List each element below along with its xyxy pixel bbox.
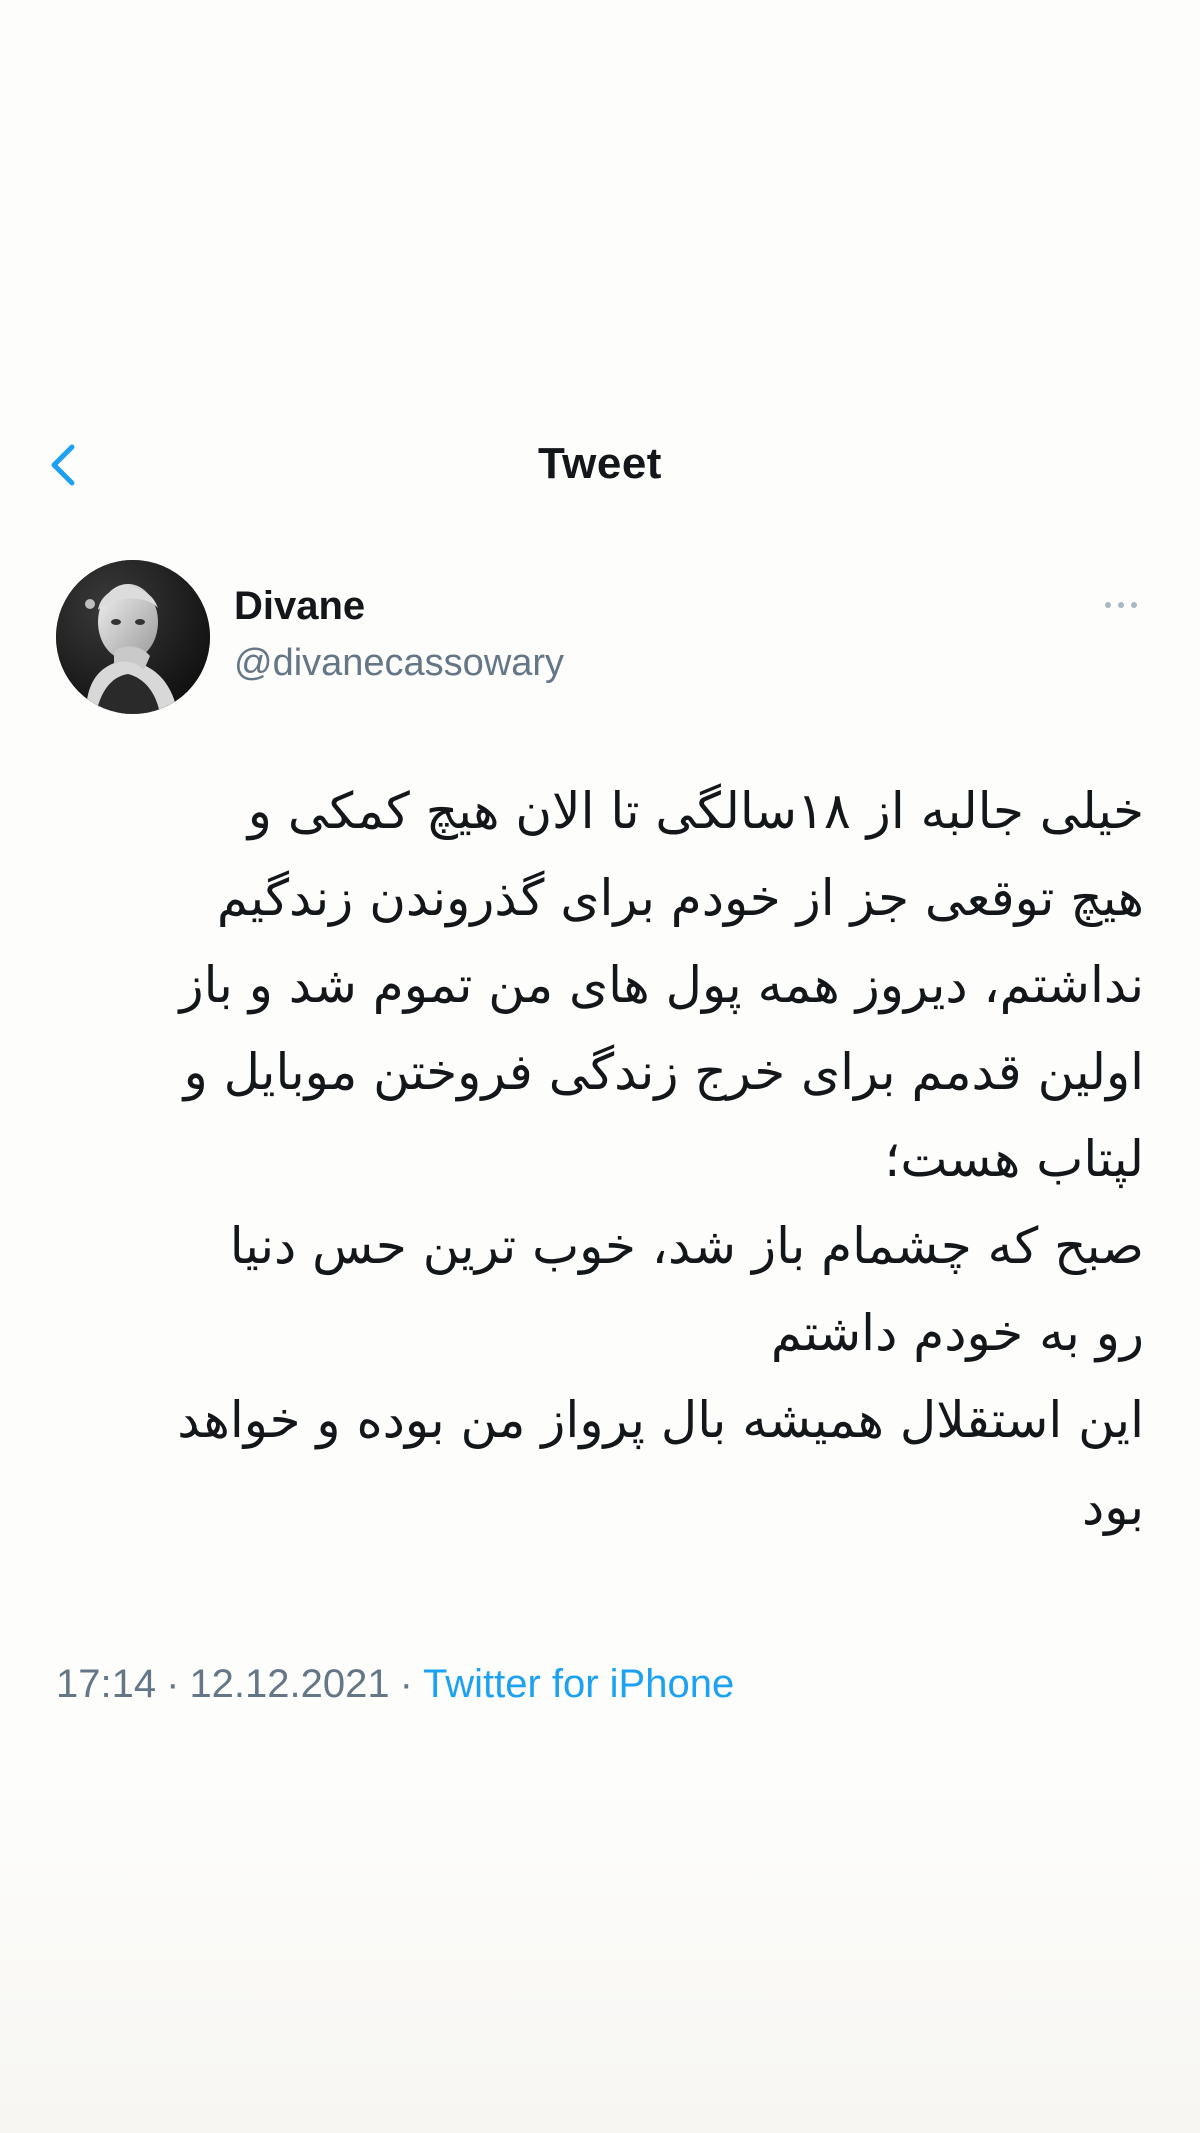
tweet-author: Divane @divanecassowary xyxy=(56,560,1156,715)
tweet-line: بود xyxy=(1081,1478,1144,1536)
page-title: Tweet xyxy=(538,439,662,488)
background-fade xyxy=(0,1780,1200,2133)
tweet-time[interactable]: 17:14 xyxy=(56,1662,156,1706)
tweet-line: رو به خودم داشتم xyxy=(770,1304,1144,1362)
tweet-line: خیلی جالبه از ۱۸سالگی تا الان هیچ کمکی و xyxy=(247,782,1144,840)
tweet-line: نداشتم، دیروز همه پول های من تموم شد و ب… xyxy=(179,956,1144,1014)
avatar[interactable] xyxy=(56,560,210,714)
meta-separator: · xyxy=(166,1662,180,1706)
more-button[interactable] xyxy=(1096,590,1146,620)
tweet-source-link[interactable]: Twitter for iPhone xyxy=(423,1662,734,1706)
tweet-text: خیلی جالبه از ۱۸سالگی تا الان هیچ کمکی و… xyxy=(56,768,1144,1551)
display-name[interactable]: Divane xyxy=(234,584,365,629)
tweet-meta: 17:14 · 12.12.2021 · Twitter for iPhone xyxy=(56,1662,734,1707)
tweet-line: صبح که چشمام باز شد، خوب ترین حس دنیا xyxy=(229,1217,1144,1275)
tweet-line: لپتاب هست؛ xyxy=(884,1130,1144,1188)
tweet-line: اولین قدمم برای خرج زندگی فروختن موبایل … xyxy=(183,1043,1144,1101)
meta-separator: · xyxy=(399,1662,413,1706)
more-horizontal-icon xyxy=(1105,602,1137,608)
avatar-photo xyxy=(56,560,210,714)
tweet-line: هیچ توقعی جز از خودم برای گذروندن زندگیم xyxy=(216,869,1144,927)
tweet-line: این استقلال همیشه بال پرواز من بوده و خو… xyxy=(177,1391,1144,1449)
tweet-date[interactable]: 12.12.2021 xyxy=(189,1662,389,1706)
tweet-header: Tweet xyxy=(0,425,1200,505)
user-handle[interactable]: @divanecassowary xyxy=(234,642,564,685)
